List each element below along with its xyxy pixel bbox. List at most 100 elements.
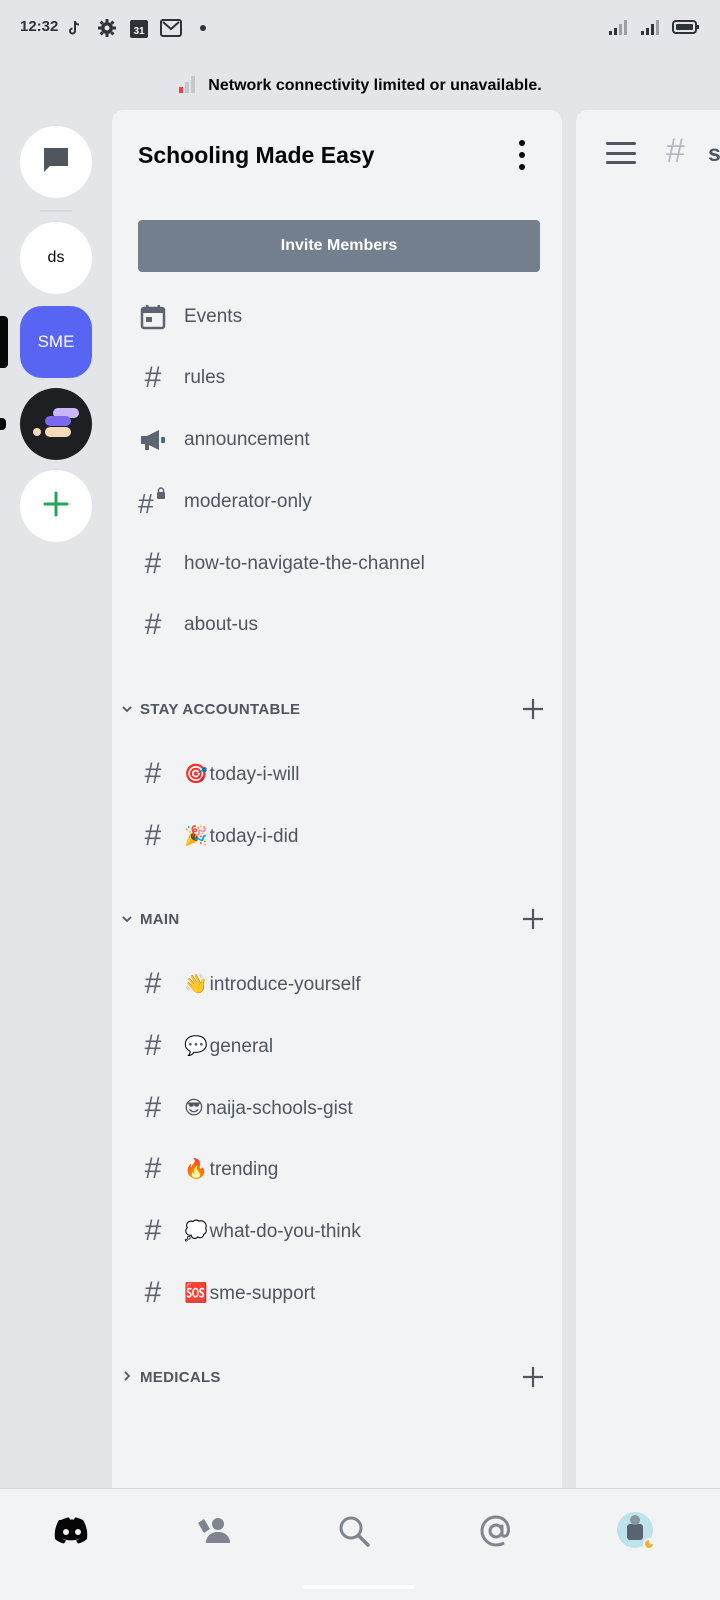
chevron-down-icon xyxy=(118,912,136,926)
channel-label: 🎯 today-i-will xyxy=(184,762,299,786)
category-medicals[interactable]: MEDICALS xyxy=(118,1362,548,1392)
profile-avatar-icon xyxy=(615,1510,657,1557)
add-server-button[interactable] xyxy=(20,470,92,542)
chat-title: s xyxy=(708,140,720,166)
kebab-dot xyxy=(519,152,525,158)
dot-icon xyxy=(192,17,214,39)
channel-name: sme-support xyxy=(209,1283,316,1304)
channel-emoji: 🎉 xyxy=(184,826,208,847)
nav-profile[interactable] xyxy=(612,1509,660,1557)
channel-emoji: 👋 xyxy=(184,974,208,995)
nav-search[interactable] xyxy=(330,1509,378,1557)
channel-label: 💬 general xyxy=(184,1034,273,1058)
category-main[interactable]: MAIN xyxy=(118,904,548,934)
channel-rules[interactable]: # rules xyxy=(138,354,548,402)
channel-name: trending xyxy=(209,1159,279,1180)
channel-emoji: 🔥 xyxy=(184,1159,208,1180)
server-menu-button[interactable] xyxy=(512,140,532,170)
add-channel-button[interactable] xyxy=(518,904,548,934)
channel-label: 😎 naija-schools-gist xyxy=(184,1097,353,1120)
friends-icon xyxy=(196,1515,232,1552)
megaphone-icon xyxy=(138,425,168,455)
channel-general[interactable]: # 💬 general xyxy=(138,1022,548,1070)
channel-sme-support[interactable]: # 🆘 sme-support xyxy=(138,1269,548,1317)
add-channel-button[interactable] xyxy=(518,694,548,724)
discord-home-icon xyxy=(53,1516,91,1551)
hash-icon: # xyxy=(144,1152,162,1185)
hash-icon: # xyxy=(144,1029,162,1062)
channel-name: general xyxy=(209,1036,274,1057)
kebab-dot xyxy=(519,164,525,170)
status-bar: 12:32 31 xyxy=(0,0,720,56)
channel-panel: Schooling Made Easy Invite Members Event… xyxy=(112,110,562,1490)
tiktok-icon xyxy=(64,17,86,39)
weak-signal-icon xyxy=(178,75,198,98)
channel-name: what-do-you-think xyxy=(209,1221,361,1242)
selected-server-pill xyxy=(0,316,8,368)
channel-label: Events xyxy=(184,306,243,327)
channel-today-i-will[interactable]: # 🎯 today-i-will xyxy=(138,750,548,798)
channel-emoji: 😎 xyxy=(184,1097,204,1119)
chat-pane: # s xyxy=(576,110,720,1490)
network-banner: Network connectivity limited or unavaila… xyxy=(0,72,720,100)
add-server-icon xyxy=(42,490,70,523)
hash-icon: # xyxy=(144,1091,162,1124)
channel-trending[interactable]: # 🔥 trending xyxy=(138,1145,548,1193)
channel-name: introduce-yourself xyxy=(209,974,361,995)
calendar-icon: 31 xyxy=(128,17,150,39)
hash-icon: # xyxy=(144,1276,162,1309)
server-dark[interactable] xyxy=(20,388,92,460)
nav-friends[interactable] xyxy=(190,1509,238,1557)
channel-emoji: 💭 xyxy=(184,1221,208,1242)
channel-today-i-did[interactable]: # 🎉 today-i-did xyxy=(138,812,548,860)
channel-name: naija-schools-gist xyxy=(205,1097,353,1119)
hash-icon: # xyxy=(144,819,162,852)
status-icons-left: 31 xyxy=(64,17,214,39)
channel-moderator-only[interactable]: # moderator-only xyxy=(138,478,548,526)
channel-introduce-yourself[interactable]: # 👋 introduce-yourself xyxy=(138,960,548,1008)
channel-announcement[interactable]: announcement xyxy=(138,416,548,464)
invite-members-button[interactable]: Invite Members xyxy=(138,220,540,272)
status-icons-right xyxy=(608,18,700,41)
hamburger-line xyxy=(606,161,636,164)
calendar-icon xyxy=(138,302,168,332)
hamburger-line xyxy=(606,142,636,145)
channel-how-to-navigate[interactable]: # how-to-navigate-the-channel xyxy=(138,540,548,588)
server-logo-icon xyxy=(31,402,81,447)
mentions-icon xyxy=(479,1514,513,1553)
direct-messages-button[interactable] xyxy=(20,126,92,198)
calendar-day: 31 xyxy=(133,26,145,37)
channel-events[interactable]: Events xyxy=(138,293,548,341)
svg-text:#: # xyxy=(138,488,154,517)
category-label: MAIN xyxy=(140,910,180,928)
nav-mentions[interactable] xyxy=(472,1509,520,1557)
channel-about-us[interactable]: # about-us xyxy=(138,601,548,649)
chat-bubble-icon xyxy=(40,144,72,181)
gmail-icon xyxy=(160,17,182,39)
locked-hash-icon: # xyxy=(138,487,168,517)
server-name[interactable]: Schooling Made Easy xyxy=(138,142,374,169)
search-icon xyxy=(337,1514,371,1553)
nav-home[interactable] xyxy=(48,1509,96,1557)
server-rail: ds SME xyxy=(0,120,112,1480)
battery-icon xyxy=(672,19,700,40)
channel-what-do-you-think[interactable]: # 💭 what-do-you-think xyxy=(138,1207,548,1255)
channel-label: 💭 what-do-you-think xyxy=(184,1219,361,1243)
channel-naija-schools-gist[interactable]: # 😎 naija-schools-gist xyxy=(138,1084,548,1132)
channel-label: how-to-navigate-the-channel xyxy=(184,553,425,574)
add-channel-button[interactable] xyxy=(518,1362,548,1392)
server-sme[interactable]: SME xyxy=(20,306,92,378)
channel-name: today-i-will xyxy=(209,764,300,785)
signal-icon xyxy=(608,18,630,41)
chevron-down-icon xyxy=(118,702,136,716)
channel-label: 🎉 today-i-did xyxy=(184,824,298,848)
hamburger-line xyxy=(606,151,636,155)
hash-icon: # xyxy=(144,608,162,641)
category-stay-accountable[interactable]: STAY ACCOUNTABLE xyxy=(118,694,548,724)
hamburger-menu-icon[interactable] xyxy=(606,142,636,164)
server-ds[interactable]: ds xyxy=(20,222,92,294)
channel-label: 👋 introduce-yourself xyxy=(184,972,361,996)
channel-emoji: 💬 xyxy=(184,1036,208,1057)
hash-icon: # xyxy=(144,1214,162,1247)
channel-name: today-i-did xyxy=(209,826,299,847)
